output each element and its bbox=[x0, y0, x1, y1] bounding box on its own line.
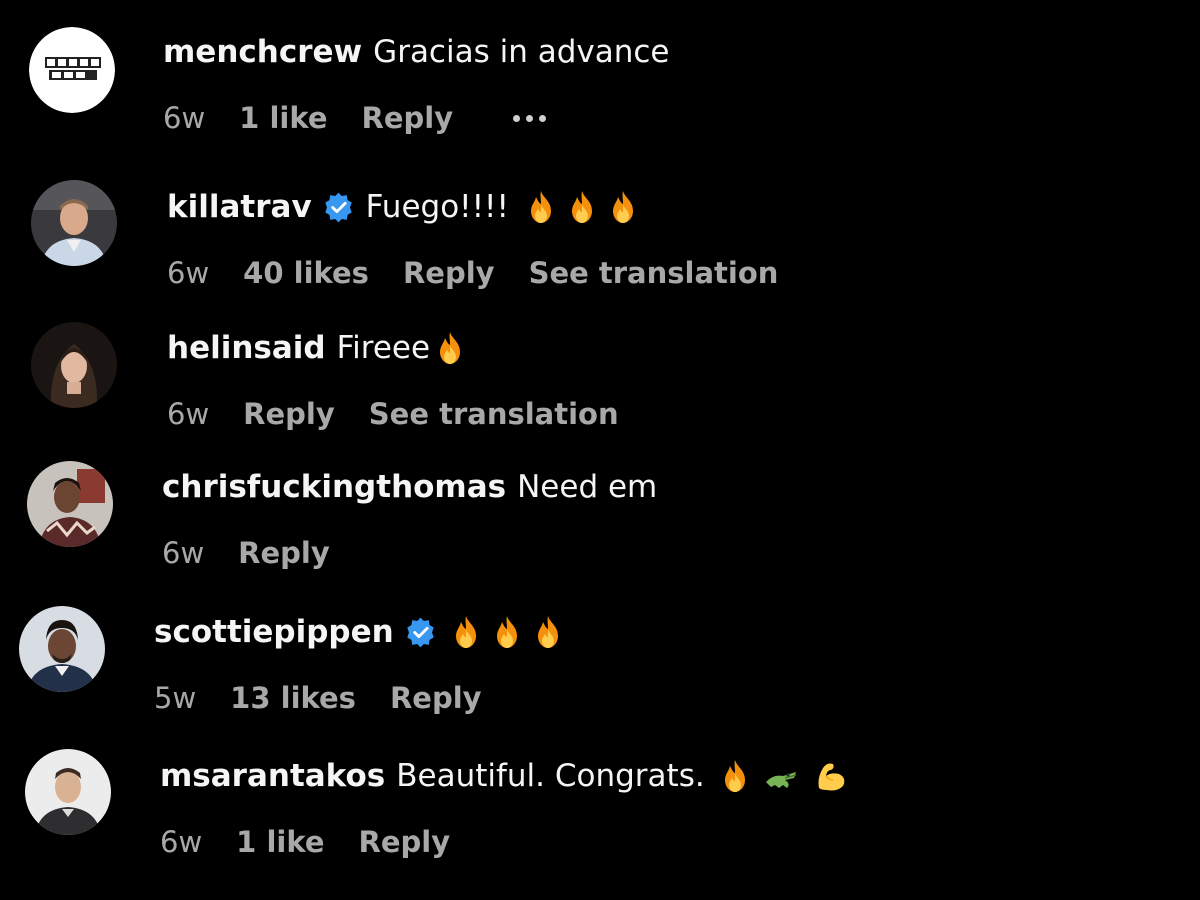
fire-emoji-icon bbox=[564, 189, 600, 225]
comment-text bbox=[448, 614, 566, 650]
avatar-chrisfuckingthomas[interactable] bbox=[27, 461, 113, 547]
reply-button[interactable]: Reply bbox=[403, 255, 495, 291]
flexed-biceps-emoji-icon bbox=[813, 758, 849, 794]
reply-button[interactable]: Reply bbox=[359, 824, 451, 860]
comment-text: Beautiful. Congrats. bbox=[396, 756, 848, 796]
comment-username[interactable]: menchcrew bbox=[163, 32, 362, 72]
see-translation-button[interactable]: See translation bbox=[369, 396, 619, 432]
comment-timestamp[interactable]: 6w bbox=[167, 396, 209, 432]
comment-likes[interactable]: 13 likes bbox=[230, 680, 356, 716]
comment-likes[interactable]: 1 like bbox=[236, 824, 324, 860]
comment-text-content: Fuego!!!! bbox=[365, 189, 509, 225]
comment-username[interactable]: helinsaid bbox=[167, 328, 326, 368]
avatar-menchcrew[interactable] bbox=[29, 27, 115, 113]
comment-text: Need em bbox=[517, 469, 658, 505]
comment-timestamp[interactable]: 6w bbox=[160, 824, 202, 860]
fire-emoji-icon bbox=[489, 614, 525, 650]
avatar-scottiepippen[interactable] bbox=[19, 606, 105, 692]
avatar-helinsaid[interactable] bbox=[31, 322, 117, 408]
reply-button[interactable]: Reply bbox=[238, 535, 330, 571]
avatar-msarantakos[interactable] bbox=[25, 749, 111, 835]
comment-likes[interactable]: 1 like bbox=[239, 100, 327, 136]
comment-text: Fuego!!!! bbox=[366, 187, 641, 227]
comment-timestamp[interactable]: 6w bbox=[163, 100, 205, 136]
fire-emoji-icon bbox=[448, 614, 484, 650]
comment-timestamp[interactable]: 5w bbox=[154, 680, 196, 716]
comment-text-content: Beautiful. Congrats. bbox=[396, 758, 705, 794]
verified-badge-icon bbox=[322, 191, 355, 224]
fire-emoji-icon bbox=[605, 189, 641, 225]
comment-timestamp[interactable]: 6w bbox=[162, 535, 204, 571]
fire-emoji-icon bbox=[530, 614, 566, 650]
avatar-killatrav[interactable] bbox=[31, 180, 117, 266]
comment-likes[interactable]: 40 likes bbox=[243, 255, 369, 291]
fire-emoji-icon bbox=[432, 330, 468, 366]
crocodile-emoji-icon bbox=[763, 758, 799, 794]
comment-timestamp[interactable]: 6w bbox=[167, 255, 209, 291]
comment-username[interactable]: chrisfuckingthomas bbox=[162, 467, 506, 507]
reply-button[interactable]: Reply bbox=[390, 680, 482, 716]
more-options-icon[interactable] bbox=[513, 114, 547, 122]
fire-emoji-icon bbox=[717, 758, 753, 794]
comment-text: Gracias in advance bbox=[373, 34, 670, 70]
comment-username[interactable]: killatrav bbox=[167, 187, 312, 227]
verified-badge-icon bbox=[404, 616, 437, 649]
see-translation-button[interactable]: See translation bbox=[529, 255, 779, 291]
fire-emoji-icon bbox=[523, 189, 559, 225]
comment-username[interactable]: scottiepippen bbox=[154, 612, 394, 652]
comment-text: Fireee bbox=[337, 328, 468, 368]
reply-button[interactable]: Reply bbox=[362, 100, 454, 136]
comment-username[interactable]: msarantakos bbox=[160, 756, 385, 796]
comment-text-content: Fireee bbox=[336, 330, 431, 366]
reply-button[interactable]: Reply bbox=[243, 396, 335, 432]
